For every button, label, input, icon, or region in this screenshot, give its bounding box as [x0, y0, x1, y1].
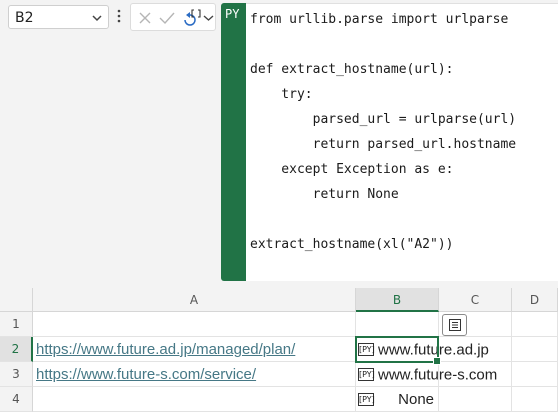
- column-header-d[interactable]: D: [512, 288, 558, 312]
- cell-b3[interactable]: [PY] www.future-s.com: [356, 362, 497, 387]
- cell-b2[interactable]: [PY] www.future.ad.jp: [356, 337, 489, 362]
- cell-a4[interactable]: [33, 387, 356, 412]
- cell-d3[interactable]: [512, 362, 558, 387]
- code-line: except Exception as e:: [250, 162, 454, 177]
- code-line: def extract_hostname(url):: [250, 62, 454, 77]
- name-box-value: B2: [15, 10, 34, 26]
- cell-a1[interactable]: [33, 312, 356, 337]
- cell-c4[interactable]: [439, 387, 512, 412]
- row-header-2[interactable]: 2: [0, 337, 33, 362]
- expand-formula-chevron-icon[interactable]: [203, 13, 214, 23]
- python-code-editor[interactable]: from urllib.parse import urlparse def ex…: [246, 3, 558, 281]
- code-line: parsed_url = urlparse(url): [250, 112, 517, 127]
- formula-controls: [130, 3, 216, 31]
- check-icon[interactable]: [159, 11, 175, 25]
- cell-b4[interactable]: [PY] None: [356, 387, 439, 412]
- select-all-corner[interactable]: [0, 288, 33, 312]
- row-header-3[interactable]: 3: [0, 362, 33, 387]
- card-view-icon: [449, 319, 461, 331]
- column-header-c[interactable]: C: [439, 288, 512, 312]
- column-header-a[interactable]: A: [33, 288, 356, 312]
- cell-c3[interactable]: [439, 362, 512, 387]
- python-mode-bar: [221, 3, 246, 281]
- cell-c2[interactable]: [439, 337, 512, 362]
- python-object-icon[interactable]: [PY]: [358, 342, 375, 356]
- more-vertical-icon[interactable]: [116, 8, 122, 24]
- column-header-b[interactable]: B: [356, 288, 439, 312]
- python-object-icon[interactable]: [PY]: [358, 392, 375, 406]
- cell-d1[interactable]: [512, 312, 558, 337]
- url-link[interactable]: https://www.future-s.com/service/: [33, 366, 256, 383]
- spreadsheet-grid: A B C D 1 2 https://www.future.ad.jp/man…: [0, 288, 558, 419]
- cell-a3[interactable]: https://www.future-s.com/service/: [33, 362, 356, 387]
- code-line: from urllib.parse import urlparse: [250, 12, 509, 27]
- cell-d2[interactable]: [512, 337, 558, 362]
- row-header-4[interactable]: 4: [0, 387, 33, 412]
- cell-b1[interactable]: [356, 312, 439, 337]
- url-link[interactable]: https://www.future.ad.jp/managed/plan/: [33, 341, 295, 358]
- name-box[interactable]: B2: [8, 5, 109, 29]
- card-view-button[interactable]: [442, 314, 467, 336]
- python-mode-label: PY: [225, 7, 240, 21]
- cell-a2[interactable]: https://www.future.ad.jp/managed/plan/: [33, 337, 356, 362]
- code-line: return None: [250, 187, 399, 202]
- python-object-icon[interactable]: [PY]: [358, 367, 375, 381]
- code-line: return parsed_url.hostname: [250, 137, 517, 152]
- cancel-x-icon[interactable]: [138, 11, 152, 25]
- cell-d4[interactable]: [512, 387, 558, 412]
- python-insert-icon[interactable]: [181, 8, 203, 28]
- code-line: try:: [250, 87, 313, 102]
- chevron-down-icon[interactable]: [91, 12, 103, 24]
- cell-value: None: [398, 391, 434, 408]
- code-line: extract_hostname(xl("A2")): [250, 237, 454, 252]
- row-header-1[interactable]: 1: [0, 312, 33, 337]
